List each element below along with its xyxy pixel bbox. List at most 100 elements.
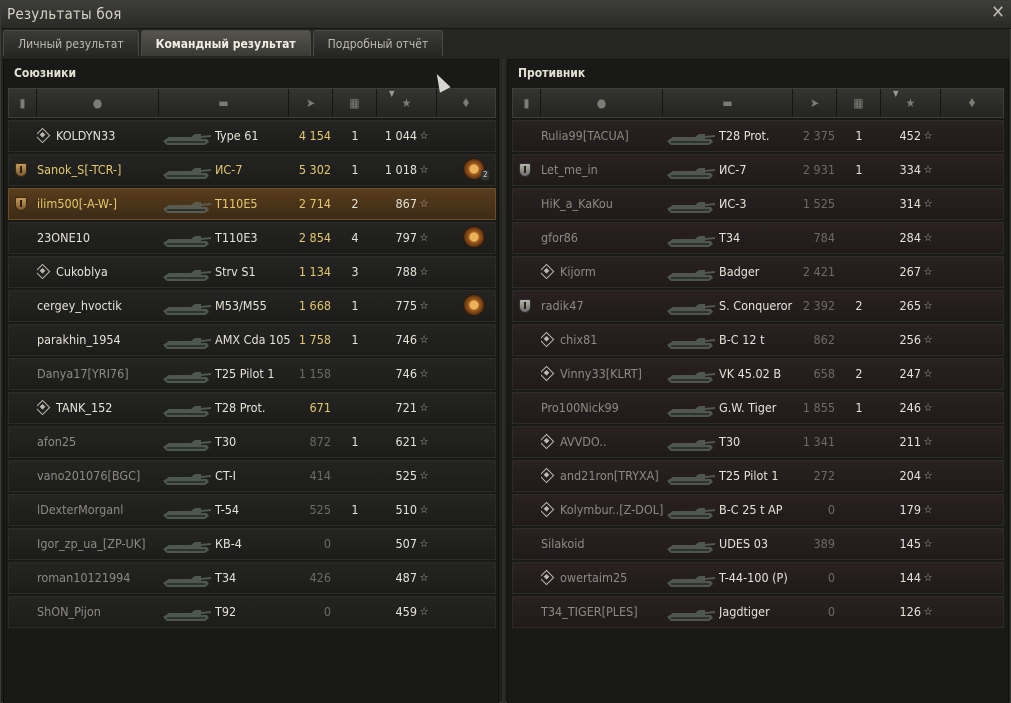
damage-value: 2 392 xyxy=(802,298,835,313)
player-row[interactable]: KOLDYN33 Type 61 4 154 1 1 044 ☆ xyxy=(8,120,496,152)
damage-value: 1 525 xyxy=(802,196,835,211)
damage-value: 872 xyxy=(309,434,331,449)
tank-name: T92 xyxy=(215,604,237,619)
tank-silhouette-icon xyxy=(667,304,715,315)
tank-image xyxy=(159,529,215,559)
player-row[interactable]: Danya17[YRI76] T25 Pilot 11 158 746 ☆ xyxy=(8,358,496,390)
player-row[interactable]: ilim500[-A-W-] T110E5 2 714 2 867 ☆ xyxy=(8,188,496,220)
player-row[interactable]: Sanok_S[-TCR-] ИС-7 5 302 1 1 018 ☆ 2 xyxy=(8,154,496,186)
tank-name: Strv S1 xyxy=(215,264,256,279)
tank-name: ИС-7 xyxy=(215,162,243,177)
kills-icon[interactable]: ▦ xyxy=(333,89,377,117)
kills-value: 1 xyxy=(351,502,359,517)
star-icon: ☆ xyxy=(419,605,429,618)
tank-name: T28 Prot. xyxy=(719,128,770,143)
tank-image xyxy=(159,325,215,355)
tank-name: T25 Pilot 1 xyxy=(215,366,275,381)
player-row[interactable]: owertaim25 T-44-100 (P) 0 144 ☆ xyxy=(512,562,1004,594)
player-row[interactable]: Kolymbur..[Z-DOL] B-C 25 t AP 0 179 ☆ xyxy=(512,494,1004,526)
player-row[interactable]: TANK_152 T28 Prot. 671 721 ☆ xyxy=(8,392,496,424)
medal-cell[interactable] xyxy=(449,291,489,321)
player-row[interactable]: AVVDO.. T30 1 341 211 ☆ xyxy=(512,426,1004,458)
enemies-header: ▮ ● ▬ ➤ ▦ ★ ▼ ♦ xyxy=(512,88,1004,118)
player-row[interactable]: Pro100Nick99 G.W. Tiger 1 855 1 246 ☆ xyxy=(512,392,1004,424)
player-row[interactable]: chix81 B-C 12 t 862 256 ☆ xyxy=(512,324,1004,356)
player-icon[interactable]: ● xyxy=(541,89,663,117)
player-row[interactable]: ShON_Pijon T92 0 459 ☆ xyxy=(8,596,496,628)
player-name: lDexterMorganl xyxy=(37,502,124,517)
damage-icon[interactable]: ➤ xyxy=(289,89,333,117)
tab-personal[interactable]: Личный результат xyxy=(3,30,139,56)
player-row[interactable]: radik47 S. Conqueror 2 392 2 265 ☆ xyxy=(512,290,1004,322)
player-row[interactable]: and21ron[TRYXA] T25 Pilot 1 272 204 ☆ xyxy=(512,460,1004,492)
tank-image xyxy=(663,563,719,593)
xp-star-icon[interactable]: ★ ▼ xyxy=(377,89,437,117)
tank-image xyxy=(663,427,719,457)
kills-value: 1 xyxy=(351,332,359,347)
squad-icon[interactable]: ▮ xyxy=(9,89,37,117)
tabs: Личный результат Командный результат Под… xyxy=(3,30,445,56)
squad-icon[interactable]: ▮ xyxy=(513,89,541,117)
kills-value: 2 xyxy=(351,196,359,211)
damage-icon[interactable]: ➤ xyxy=(793,89,837,117)
player-row[interactable]: Cukoblya Strv S1 1 134 3 788 ☆ xyxy=(8,256,496,288)
tank-silhouette-icon xyxy=(667,508,715,519)
damage-value: 2 421 xyxy=(802,264,835,279)
tank-name: AMX Cda 105 xyxy=(215,332,291,347)
kills-icon[interactable]: ▦ xyxy=(837,89,881,117)
kills-value xyxy=(847,325,871,355)
newbie-diamond-icon xyxy=(541,331,555,348)
player-icon[interactable]: ● xyxy=(37,89,159,117)
player-row[interactable]: Rulia99[TACUA] T28 Prot. 2 375 1 452 ☆ xyxy=(512,120,1004,152)
tab-team[interactable]: Командный результат xyxy=(140,30,311,56)
player-row[interactable]: HiK_a_KaKou ИС-3 1 525 314 ☆ xyxy=(512,188,1004,220)
tank-name: M53/M55 xyxy=(215,298,267,313)
player-name: vano201076[BGC] xyxy=(37,468,141,483)
player-name: TANK_152 xyxy=(56,400,113,415)
player-row[interactable]: vano201076[BGC] CT-I 414 525 ☆ xyxy=(8,460,496,492)
medal-cell[interactable]: 2 xyxy=(449,155,489,185)
player-name: Danya17[YRI76] xyxy=(37,366,129,381)
player-row[interactable]: Kijorm Badger 2 421 267 ☆ xyxy=(512,256,1004,288)
tank-name: UDES 03 xyxy=(719,536,769,551)
medal-icon[interactable]: ♦ xyxy=(437,89,495,117)
player-row[interactable]: roman10121994 T34 426 487 ☆ xyxy=(8,562,496,594)
damage-value: 426 xyxy=(309,570,331,585)
kills-value xyxy=(343,461,367,491)
tank-silhouette-icon xyxy=(163,406,211,417)
tank-image xyxy=(663,325,719,355)
kills-value xyxy=(847,597,871,627)
player-row[interactable]: cergey_hvoctik M53/M55 1 668 1 775 ☆ xyxy=(8,290,496,322)
tank-icon[interactable]: ▬ xyxy=(663,89,793,117)
tank-name: S. Conqueror xyxy=(719,298,793,313)
star-icon: ☆ xyxy=(923,469,933,482)
player-row[interactable]: Let_me_in ИС-7 2 931 1 334 ☆ xyxy=(512,154,1004,186)
player-row[interactable]: Igor_zp_ua_[ZP-UK] КВ-4 0 507 ☆ xyxy=(8,528,496,560)
tank-name: ИС-3 xyxy=(719,196,747,211)
tank-image xyxy=(663,257,719,287)
tank-image xyxy=(159,121,215,151)
star-icon: ☆ xyxy=(923,129,933,142)
player-name: Kolymbur..[Z-DOL] xyxy=(560,502,664,517)
player-row[interactable]: gfor86 T34 784 284 ☆ xyxy=(512,222,1004,254)
tab-detailed[interactable]: Подробный отчёт xyxy=(312,30,444,56)
tank-silhouette-icon xyxy=(163,474,211,485)
xp-star-icon[interactable]: ★ ▼ xyxy=(881,89,941,117)
player-row[interactable]: afon25 T30 872 1 621 ☆ xyxy=(8,426,496,458)
player-row[interactable]: 23ONE10 T110E3 2 854 4 797 ☆ xyxy=(8,222,496,254)
medal-cell[interactable] xyxy=(449,223,489,253)
player-row[interactable]: lDexterMorganl T-54 525 1 510 ☆ xyxy=(8,494,496,526)
close-icon[interactable]: ✕ xyxy=(988,3,1008,23)
player-row[interactable]: parakhin_1954 AMX Cda 105 1 758 1 746 ☆ xyxy=(8,324,496,356)
tank-silhouette-icon xyxy=(163,134,211,145)
star-icon: ☆ xyxy=(419,129,429,142)
player-name: KOLDYN33 xyxy=(56,128,116,143)
medal-icon[interactable]: ♦ xyxy=(941,89,1003,117)
tank-icon[interactable]: ▬ xyxy=(159,89,289,117)
player-row[interactable]: Vinny33[KLRT] VK 45.02 B 658 2 247 ☆ xyxy=(512,358,1004,390)
damage-value: 5 302 xyxy=(298,162,331,177)
player-row[interactable]: T34_TIGER[PLES] Jagdtiger 0 126 ☆ xyxy=(512,596,1004,628)
tank-silhouette-icon xyxy=(667,474,715,485)
player-name: radik47 xyxy=(541,298,584,313)
player-row[interactable]: Silakoid UDES 03 389 145 ☆ xyxy=(512,528,1004,560)
